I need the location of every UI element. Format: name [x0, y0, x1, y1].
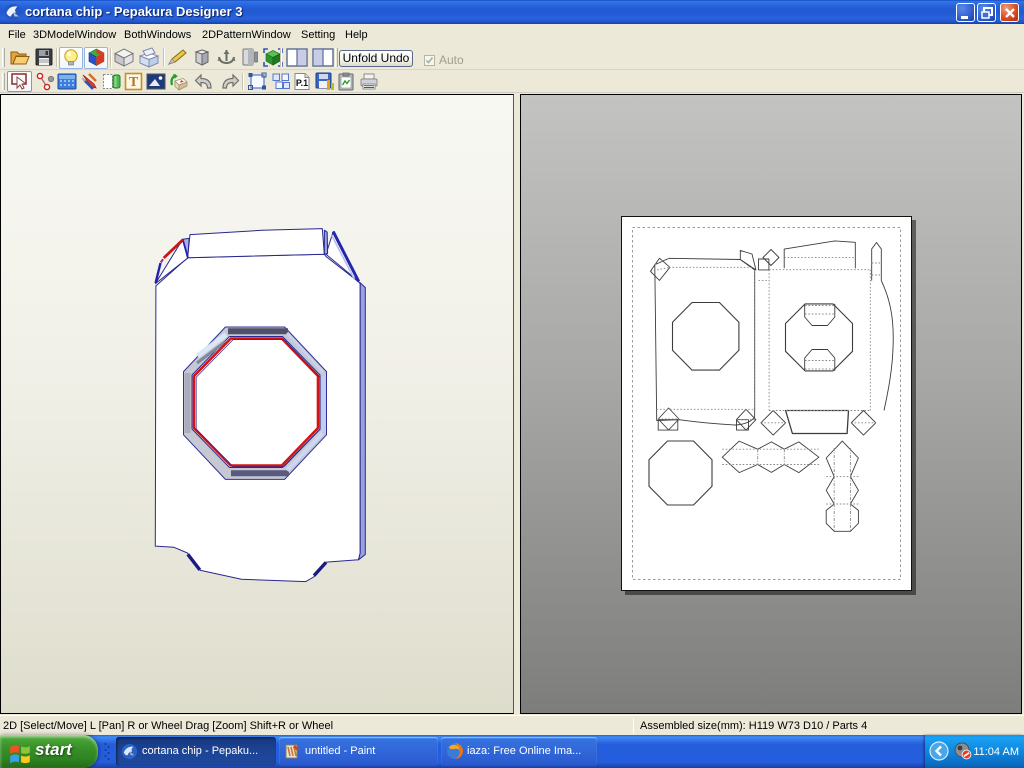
svg-text:T: T [129, 75, 139, 90]
svg-text:P.1: P.1 [296, 78, 308, 88]
